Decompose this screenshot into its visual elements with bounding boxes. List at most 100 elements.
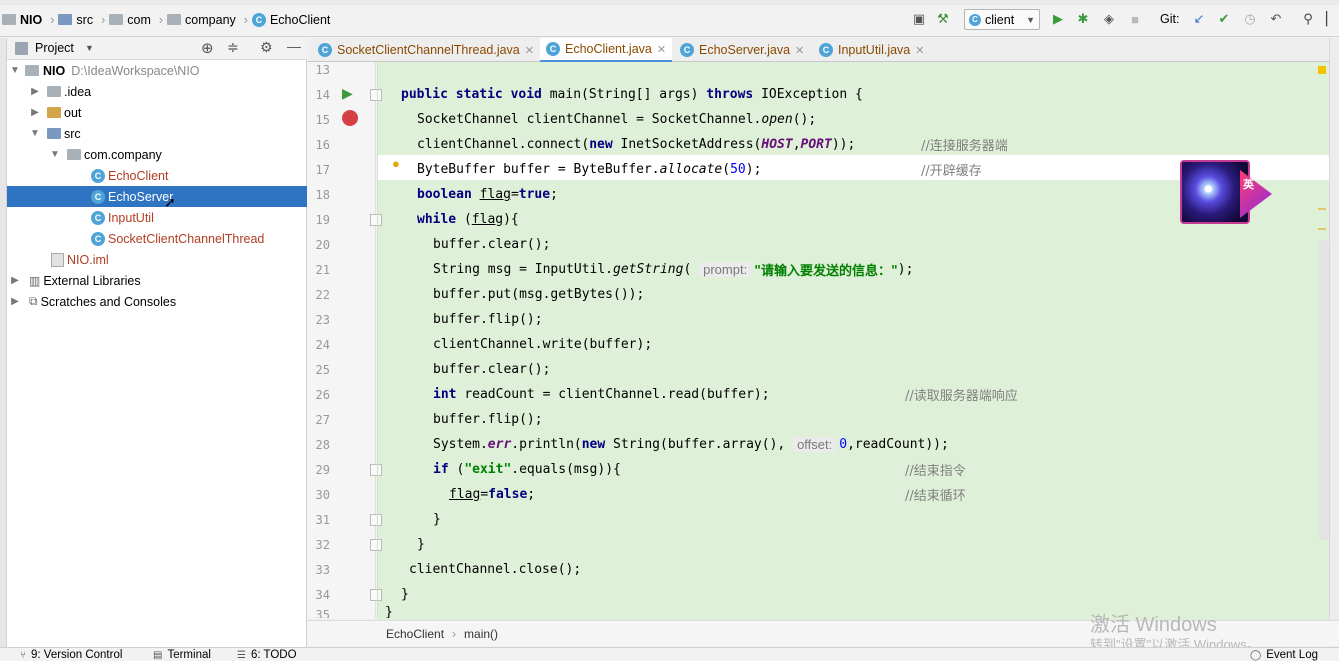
tab-inpututil[interactable]: C InputUtil.java ✕ (813, 38, 930, 62)
tree-item-path: D:\IdeaWorkspace\NIO (71, 63, 200, 78)
code-token: int (433, 387, 465, 402)
class-icon: C (251, 12, 266, 27)
run-configuration-select[interactable]: C client ▼ (964, 9, 1040, 30)
breakpoint-icon[interactable] (342, 110, 358, 126)
fold-icon[interactable] (370, 539, 382, 551)
warning-marker[interactable] (1318, 228, 1326, 230)
tree-item-src[interactable]: ▼ src (7, 123, 307, 144)
chevron-right-icon[interactable]: ▶ (29, 86, 41, 97)
inspection-status-icon[interactable] (1318, 66, 1326, 74)
code-token: .equals(msg)){ (511, 462, 621, 477)
breadcrumb-nio[interactable]: NIO (20, 13, 42, 27)
chevron-down-icon[interactable]: ▼ (9, 65, 21, 76)
todo-list-icon: ☰ (237, 649, 246, 661)
gear-icon[interactable]: ⚙ (260, 39, 273, 56)
tree-item-external-libraries[interactable]: ▶ ▥ External Libraries (7, 270, 307, 291)
tab-socketclientchannelthread[interactable]: C SocketClientChannelThread.java ✕ (312, 38, 540, 62)
terminal-button[interactable]: ▤ Terminal (153, 649, 211, 661)
code-token: flag (479, 187, 511, 202)
debug-bug-icon[interactable]: ✱ (1074, 10, 1092, 28)
code-token: ); (745, 162, 762, 177)
code-token: boolean (417, 187, 480, 202)
tree-item-nio[interactable]: ▼ NIO D:\IdeaWorkspace\NIO (7, 60, 307, 81)
event-log-button[interactable]: ◯ Event Log (1250, 649, 1318, 661)
tree-item-idea[interactable]: ▶ .idea (7, 81, 307, 102)
tab-echoserver[interactable]: C EchoServer.java ✕ (674, 38, 810, 62)
layout-icon[interactable]: ▣ (910, 10, 928, 28)
fold-icon[interactable] (370, 589, 382, 601)
collapse-all-icon[interactable]: ≑ (227, 39, 239, 56)
fold-icon[interactable] (370, 464, 382, 476)
tree-item-label: com.company (84, 147, 162, 162)
fold-icon[interactable] (370, 89, 382, 101)
code-line-20: buffer.clear(); (433, 237, 551, 252)
tree-item-echoserver[interactable]: C EchoServer ➚ (7, 186, 307, 210)
chevron-down-icon[interactable]: ▼ (85, 43, 94, 53)
breadcrumb-com[interactable]: com (127, 13, 151, 27)
close-icon[interactable]: ✕ (795, 44, 804, 57)
tab-echoclient[interactable]: C EchoClient.java ✕ (540, 38, 673, 62)
chevron-right-icon[interactable]: ▶ (9, 275, 21, 286)
close-icon[interactable]: ✕ (915, 44, 924, 57)
status-label: Terminal (167, 649, 211, 661)
floating-widget-image[interactable] (1180, 160, 1250, 224)
code-token: while (417, 212, 464, 227)
package-icon (67, 149, 81, 160)
tree-item-nio-iml[interactable]: NIO.iml (7, 249, 307, 270)
search-icon[interactable]: ⚲ (1299, 10, 1317, 28)
lightbulb-icon[interactable]: ● (392, 156, 400, 171)
chevron-down-icon[interactable]: ▼ (49, 149, 61, 160)
tree-item-com-company[interactable]: ▼ com.company (7, 144, 307, 165)
breadcrumb-src[interactable]: src (76, 13, 93, 27)
line-number: 22 (315, 288, 330, 302)
close-icon[interactable]: ✕ (525, 44, 534, 57)
rollback-icon[interactable]: ↶ (1267, 10, 1285, 28)
chevron-down-icon[interactable]: ▼ (29, 128, 41, 139)
line-number: 27 (315, 413, 330, 427)
editor-crumb-method[interactable]: main() (464, 627, 498, 641)
coverage-icon[interactable]: ◈ (1100, 10, 1118, 28)
tree-item-inpututil[interactable]: C InputUtil (7, 207, 307, 228)
tree-item-out[interactable]: ▶ out (7, 102, 307, 123)
history-clock-icon[interactable]: ◷ (1241, 10, 1259, 28)
line-number: 33 (315, 563, 330, 577)
warning-marker[interactable] (1318, 208, 1326, 210)
run-gutter-icon[interactable]: ▶ (342, 85, 353, 102)
run-icon[interactable]: ▶ (1049, 10, 1067, 28)
package-folder-icon (109, 14, 124, 25)
fold-icon[interactable] (370, 514, 382, 526)
todo-button[interactable]: ☰ 6: TODO (237, 649, 297, 661)
breadcrumb-company[interactable]: company (185, 13, 236, 27)
code-token: public static void (401, 87, 550, 102)
code-token: new (581, 437, 614, 452)
fold-icon[interactable] (370, 214, 382, 226)
right-tool-window-strip[interactable] (1329, 38, 1339, 648)
chevron-down-icon: ▼ (1026, 14, 1035, 25)
project-panel-title[interactable]: Project (35, 41, 74, 55)
breadcrumb-echoclient[interactable]: EchoClient (270, 13, 330, 27)
stop-icon[interactable]: ■ (1126, 10, 1144, 28)
left-tool-window-strip[interactable] (0, 38, 7, 648)
scratches-icon: ⧉ (29, 294, 38, 308)
more-icon[interactable]: ▏ (1322, 10, 1339, 28)
hide-panel-icon[interactable]: — (287, 38, 301, 54)
code-line-31: } (433, 512, 441, 527)
close-icon[interactable]: ✕ (657, 43, 666, 56)
code-line-27: buffer.flip(); (433, 412, 543, 427)
tree-item-scratches[interactable]: ▶ ⧉ Scratches and Consoles (7, 291, 307, 312)
code-token: ByteBuffer buffer = ByteBuffer. (417, 162, 660, 177)
line-number: 29 (315, 463, 330, 477)
version-control-button[interactable]: ⑂ 9: Version Control (20, 649, 122, 661)
editor-scrollbar[interactable] (1319, 240, 1329, 540)
line-number: 28 (315, 438, 330, 452)
editor-crumb-class[interactable]: EchoClient (386, 627, 444, 641)
tree-item-label: EchoClient (108, 168, 169, 183)
build-hammer-icon[interactable]: ⚒ (934, 10, 952, 28)
git-update-icon[interactable]: ↙ (1190, 10, 1208, 28)
tree-item-echoclient[interactable]: C EchoClient (7, 165, 307, 186)
chevron-right-icon[interactable]: ▶ (29, 107, 41, 118)
locate-target-icon[interactable]: ⊕ (201, 39, 214, 57)
git-commit-check-icon[interactable]: ✔ (1215, 10, 1233, 28)
chevron-right-icon[interactable]: ▶ (9, 296, 21, 307)
tree-item-socketclientchannelthread[interactable]: C SocketClientChannelThread (7, 228, 307, 249)
